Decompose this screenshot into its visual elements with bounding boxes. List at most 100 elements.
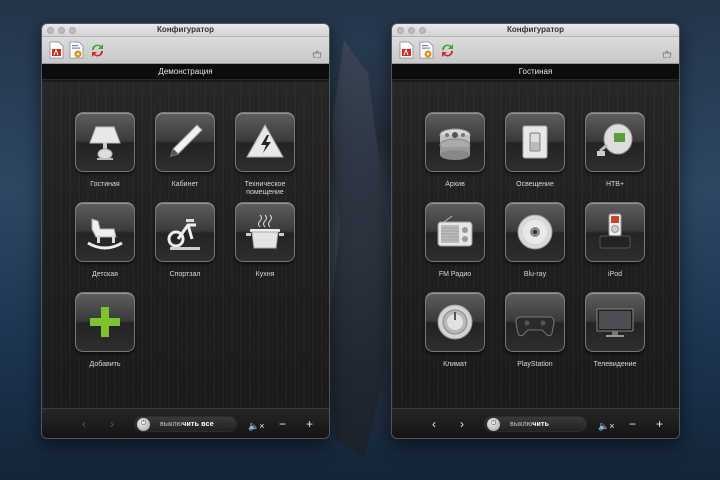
basket-icon[interactable] <box>662 50 672 58</box>
tile-button[interactable] <box>505 292 565 352</box>
tile-button[interactable] <box>425 112 485 172</box>
tile-label: Спортзал <box>169 271 201 278</box>
high-voltage-icon <box>246 123 284 158</box>
tile-kitchen[interactable]: Кухня <box>225 202 305 279</box>
next-button[interactable]: › <box>110 417 114 431</box>
room-grid: Гостиная Кабинет Техническое помещение Д… <box>42 82 329 408</box>
tile-archive[interactable]: Архив <box>415 112 495 189</box>
window-title: Конфигуратор <box>506 25 565 34</box>
tile-button[interactable] <box>75 112 135 172</box>
power-off-toggle[interactable]: ⏻ выключить <box>484 416 587 432</box>
pdf-export-icon[interactable] <box>49 41 64 59</box>
tile-gym[interactable]: Спортзал <box>145 202 225 279</box>
titlebar[interactable]: Конфигуратор <box>42 24 329 37</box>
exercise-bike-icon <box>167 219 200 250</box>
power-label: выключить <box>510 420 550 428</box>
sync-icon[interactable] <box>440 41 455 59</box>
disc-icon <box>517 214 553 250</box>
tile-blu-ray[interactable]: Blu-ray <box>495 202 575 279</box>
tile-label: iPod <box>607 271 622 278</box>
rocking-horse-icon <box>87 218 123 250</box>
tile-button[interactable] <box>585 202 645 262</box>
tv-icon <box>596 308 634 337</box>
plus-icon <box>90 307 120 337</box>
power-icon: ⏻ <box>137 417 150 431</box>
desktop-background <box>328 40 392 460</box>
tile-label: Детская <box>92 271 118 278</box>
section-header: Демонстрация <box>42 64 329 80</box>
configurator-window-right: Конфигуратор Гостиная Архив Освещение НТ… <box>391 23 680 439</box>
tile-label: НТВ+ <box>605 181 625 188</box>
tile-living-room[interactable]: Гостиная <box>65 112 145 189</box>
tile-playstation[interactable]: PlayStation <box>495 292 575 369</box>
tile-climate[interactable]: Климат <box>415 292 495 369</box>
tile-label: FM Радио <box>438 271 472 278</box>
tile-technical-room[interactable]: Техническое помещение <box>225 112 305 197</box>
power-off-all-toggle[interactable]: ⏻ выключить все <box>134 416 237 432</box>
tile-ipod[interactable]: iPod <box>575 202 655 279</box>
tile-button[interactable] <box>75 202 135 262</box>
sync-icon[interactable] <box>90 41 105 59</box>
tile-study[interactable]: Кабинет <box>145 112 225 189</box>
tile-label: Телевидение <box>593 361 637 368</box>
pdf-export-icon[interactable] <box>399 41 414 59</box>
tile-button[interactable] <box>425 292 485 352</box>
titlebar[interactable]: Конфигуратор <box>392 24 679 37</box>
tile-button[interactable] <box>585 112 645 172</box>
tile-kids-room[interactable]: Детская <box>65 202 145 279</box>
basket-icon[interactable] <box>312 50 322 58</box>
tile-label: Кабинет <box>171 181 199 188</box>
mute-button[interactable]: 🔈× <box>248 419 264 433</box>
configurator-window-left: Конфигуратор Демонстрация Гостиная Кабин… <box>41 23 330 439</box>
tile-add[interactable]: Добавить <box>65 292 145 369</box>
tile-button[interactable] <box>235 112 295 172</box>
lamp-icon <box>89 126 121 160</box>
satellite-dish-icon <box>597 123 633 156</box>
next-button[interactable]: › <box>460 417 464 431</box>
prev-button[interactable]: ‹ <box>82 417 86 431</box>
tile-button[interactable] <box>235 202 295 262</box>
tile-button[interactable] <box>75 292 135 352</box>
pen-icon <box>170 124 203 157</box>
document-settings-icon[interactable] <box>419 41 434 59</box>
light-switch-icon <box>522 125 548 159</box>
control-bar: ‹ › ⏻ выключить 🔈× − + <box>392 408 679 438</box>
prev-button[interactable]: ‹ <box>432 417 436 431</box>
tile-lighting[interactable]: Освещение <box>495 112 575 189</box>
tile-button[interactable] <box>505 112 565 172</box>
tile-button[interactable] <box>155 202 215 262</box>
ipod-dock-icon <box>599 213 631 249</box>
tile-button[interactable] <box>505 202 565 262</box>
volume-up-button[interactable]: + <box>306 417 313 431</box>
toolbar <box>392 37 679 64</box>
tile-button[interactable] <box>585 292 645 352</box>
volume-down-button[interactable]: − <box>629 417 636 431</box>
volume-down-button[interactable]: − <box>279 417 286 431</box>
tile-label: PlayStation <box>517 361 553 368</box>
control-bar: ‹ › ⏻ выключить все 🔈× − + <box>42 408 329 438</box>
tile-label: Архив <box>445 181 465 188</box>
tile-label: Техническое помещение <box>244 181 286 196</box>
tile-label: Освещение <box>516 181 554 188</box>
power-icon: ⏻ <box>487 417 500 431</box>
film-reel-icon <box>439 128 471 160</box>
power-label: выключить все <box>160 420 214 428</box>
toolbar <box>42 37 329 64</box>
tile-ntv-plus[interactable]: НТВ+ <box>575 112 655 189</box>
tile-label: Гостиная <box>90 181 120 188</box>
device-grid: Архив Освещение НТВ+ FM Радио Blu-ray iP… <box>392 82 679 408</box>
tile-button[interactable] <box>155 112 215 172</box>
gamepad-icon <box>515 316 555 337</box>
tile-label: Климат <box>443 361 467 368</box>
tile-fm-radio[interactable]: FM Радио <box>415 202 495 279</box>
document-settings-icon[interactable] <box>69 41 84 59</box>
window-title: Конфигуратор <box>156 25 215 34</box>
mute-button[interactable]: 🔈× <box>598 419 614 433</box>
cooking-pot-icon <box>246 214 284 249</box>
radio-icon <box>437 215 473 247</box>
tile-label: Кухня <box>255 271 275 278</box>
tile-television[interactable]: Телевидение <box>575 292 655 369</box>
tile-button[interactable] <box>425 202 485 262</box>
volume-up-button[interactable]: + <box>656 417 663 431</box>
dial-icon <box>437 304 473 340</box>
